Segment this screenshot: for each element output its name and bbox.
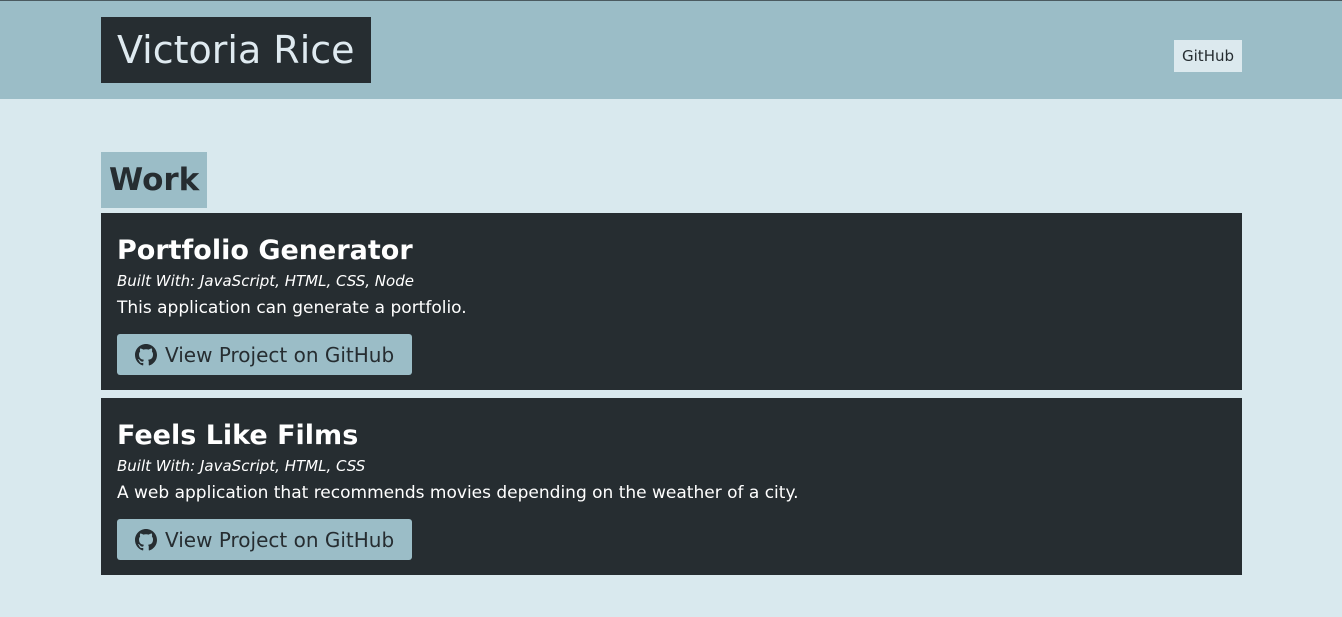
site-title: Victoria Rice xyxy=(101,17,371,83)
project-description: A web application that recommends movies… xyxy=(117,483,799,503)
view-project-button[interactable]: View Project on GitHub xyxy=(117,519,413,560)
github-icon xyxy=(135,528,157,550)
view-project-button-label: View Project on GitHub xyxy=(165,527,395,552)
project-card: Portfolio Generator Built With: JavaScri… xyxy=(101,213,1242,390)
project-title: Feels Like Films xyxy=(117,420,359,451)
github-nav-link[interactable]: GitHub xyxy=(1174,40,1242,72)
project-built-with: Built With: JavaScript, HTML, CSS, Node xyxy=(117,272,414,290)
project-card: Feels Like Films Built With: JavaScript,… xyxy=(101,398,1242,575)
view-project-button-label: View Project on GitHub xyxy=(165,342,395,367)
project-description: This application can generate a portfoli… xyxy=(117,298,467,318)
project-built-with: Built With: JavaScript, HTML, CSS xyxy=(117,457,366,475)
github-icon xyxy=(135,343,157,365)
work-heading: Work xyxy=(101,152,208,208)
site-header: Victoria Rice GitHub xyxy=(0,1,1342,99)
project-title: Portfolio Generator xyxy=(117,235,413,266)
view-project-button[interactable]: View Project on GitHub xyxy=(117,334,413,375)
